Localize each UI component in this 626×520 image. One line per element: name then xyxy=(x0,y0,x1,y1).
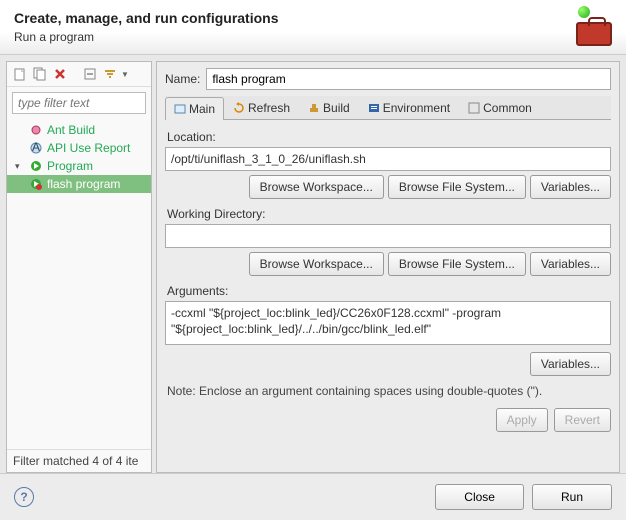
tab-label: Main xyxy=(189,102,215,116)
location-browse-workspace-button[interactable]: Browse Workspace... xyxy=(249,175,384,199)
name-label: Name: xyxy=(165,72,200,86)
program-icon xyxy=(29,159,43,173)
tab-label: Environment xyxy=(383,101,450,115)
config-tree-panel: ▼ Ant Build A API Use Report ▾ Program f… xyxy=(6,61,152,473)
tree-item-label: Program xyxy=(47,159,93,173)
tree-item-flash-program[interactable]: flash program xyxy=(7,175,151,193)
config-editor-panel: Name: Main Refresh Build Environment xyxy=(156,61,620,473)
name-input[interactable] xyxy=(206,68,611,90)
tree-item-label: Ant Build xyxy=(47,123,95,137)
tree-toolbar: ▼ xyxy=(7,62,151,87)
dialog-subtitle: Run a program xyxy=(14,30,279,44)
config-tree[interactable]: Ant Build A API Use Report ▾ Program fla… xyxy=(7,119,151,449)
location-variables-button[interactable]: Variables... xyxy=(530,175,611,199)
delete-config-button[interactable] xyxy=(51,65,69,83)
tab-label: Build xyxy=(323,101,350,115)
workdir-browse-workspace-button[interactable]: Browse Workspace... xyxy=(249,252,384,276)
tab-environment[interactable]: Environment xyxy=(359,96,459,119)
environment-tab-icon xyxy=(368,102,380,114)
location-input[interactable] xyxy=(165,147,611,171)
location-browse-filesystem-button[interactable]: Browse File System... xyxy=(388,175,526,199)
filter-dropdown-button[interactable] xyxy=(101,65,119,83)
tree-item-label: flash program xyxy=(47,177,120,191)
program-child-icon xyxy=(29,177,43,191)
tree-item-label: API Use Report xyxy=(47,141,130,155)
svg-text:A: A xyxy=(32,142,40,154)
build-tab-icon xyxy=(308,102,320,114)
dropdown-arrow-icon[interactable]: ▼ xyxy=(121,70,129,79)
new-config-button[interactable] xyxy=(11,65,29,83)
tree-item-ant-build[interactable]: Ant Build xyxy=(7,121,151,139)
tab-label: Refresh xyxy=(248,101,290,115)
collapse-all-button[interactable] xyxy=(81,65,99,83)
tab-label: Common xyxy=(483,101,532,115)
workdir-variables-button[interactable]: Variables... xyxy=(530,252,611,276)
refresh-tab-icon xyxy=(233,102,245,114)
dialog-footer: ? Close Run xyxy=(0,473,626,520)
dialog-title: Create, manage, and run configurations xyxy=(14,10,279,26)
help-button[interactable]: ? xyxy=(14,487,34,507)
workdir-browse-filesystem-button[interactable]: Browse File System... xyxy=(388,252,526,276)
filter-status-text: Filter matched 4 of 4 ite xyxy=(7,449,151,472)
arguments-input[interactable] xyxy=(165,301,611,345)
arguments-label: Arguments: xyxy=(167,284,611,298)
workdir-input[interactable] xyxy=(165,224,611,248)
revert-button[interactable]: Revert xyxy=(554,408,611,432)
ant-icon xyxy=(29,123,43,137)
tree-item-program[interactable]: ▾ Program xyxy=(7,157,151,175)
duplicate-config-button[interactable] xyxy=(31,65,49,83)
main-tab-icon xyxy=(174,103,186,115)
tab-build[interactable]: Build xyxy=(299,96,359,119)
arguments-note: Note: Enclose an argument containing spa… xyxy=(167,384,611,398)
workdir-label: Working Directory: xyxy=(167,207,611,221)
filter-input[interactable] xyxy=(12,92,146,114)
run-button[interactable]: Run xyxy=(532,484,612,510)
common-tab-icon xyxy=(468,102,480,114)
arguments-variables-button[interactable]: Variables... xyxy=(530,352,611,376)
tree-item-api-report[interactable]: A API Use Report xyxy=(7,139,151,157)
config-tabs: Main Refresh Build Environment Common xyxy=(165,96,611,120)
run-toolbox-icon xyxy=(570,10,612,46)
tab-refresh[interactable]: Refresh xyxy=(224,96,299,119)
close-button[interactable]: Close xyxy=(435,484,524,510)
location-label: Location: xyxy=(167,130,611,144)
tab-common[interactable]: Common xyxy=(459,96,541,119)
tab-main[interactable]: Main xyxy=(165,97,224,120)
dialog-header: Create, manage, and run configurations R… xyxy=(0,0,626,55)
apply-button[interactable]: Apply xyxy=(496,408,548,432)
expand-toggle-icon[interactable]: ▾ xyxy=(15,161,25,172)
api-icon: A xyxy=(29,141,43,155)
